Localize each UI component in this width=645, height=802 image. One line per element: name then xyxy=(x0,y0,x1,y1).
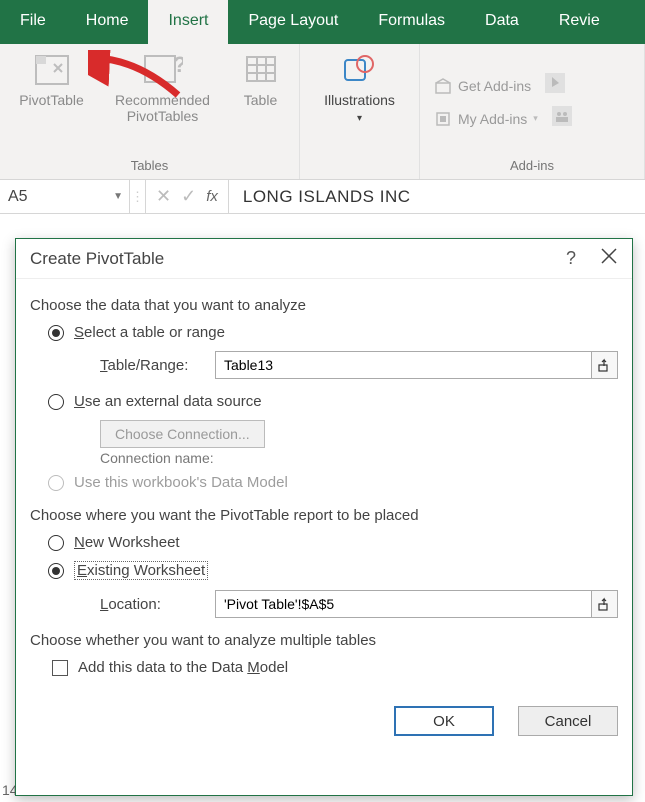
table-range-input[interactable] xyxy=(216,352,591,378)
get-addins-button[interactable]: Get Add-ins xyxy=(428,74,537,98)
dropdown-icon[interactable]: ▼ xyxy=(113,191,123,202)
option-select-table[interactable]: Select a table or range xyxy=(48,324,618,341)
pivottable-icon xyxy=(32,52,72,88)
help-button[interactable]: ? xyxy=(566,248,576,269)
range-picker-icon xyxy=(598,358,612,372)
option-data-model: Use this workbook's Data Model xyxy=(48,474,618,491)
recommended-label-2: PivotTables xyxy=(127,108,199,124)
my-addins-label: My Add-ins xyxy=(458,111,527,127)
formula-bar-value[interactable]: LONG ISLANDS INC xyxy=(229,180,645,213)
illustrations-icon xyxy=(340,52,380,88)
range-picker-icon xyxy=(598,597,612,611)
connection-name-label: Connection name: xyxy=(100,450,618,466)
tab-formulas[interactable]: Formulas xyxy=(358,0,465,44)
ribbon-group-addins: Get Add-ins My Add-ins ▾ Add-ins xyxy=(420,44,645,179)
group-addins-label: Add-ins xyxy=(510,156,554,177)
people-graph-icon[interactable] xyxy=(552,106,572,131)
table-label: Table xyxy=(244,92,277,108)
name-box[interactable]: A5 ▼ xyxy=(0,180,130,213)
close-icon[interactable] xyxy=(600,247,618,270)
formula-controls: ✕ ✓ fx xyxy=(146,180,229,213)
dialog-titlebar: Create PivotTable ? xyxy=(16,239,632,279)
get-addins-label: Get Add-ins xyxy=(458,78,531,94)
tab-insert[interactable]: Insert xyxy=(148,0,228,44)
option-existing-worksheet[interactable]: Existing Worksheet xyxy=(48,561,618,580)
choose-connection-button: Choose Connection... xyxy=(100,420,265,448)
enter-icon[interactable]: ✓ xyxy=(181,186,196,207)
option-new-worksheet[interactable]: New Worksheet xyxy=(48,534,618,551)
range-picker-button[interactable] xyxy=(591,591,617,617)
table-range-input-wrap xyxy=(215,351,618,379)
formula-bar: A5 ▼ ⋮ ✕ ✓ fx LONG ISLANDS INC xyxy=(0,180,645,214)
dialog-title: Create PivotTable xyxy=(30,249,164,269)
tab-home[interactable]: Home xyxy=(66,0,149,44)
section-data-source: Choose the data that you want to analyze xyxy=(30,297,618,314)
name-box-value: A5 xyxy=(8,188,28,206)
illustrations-label: Illustrations xyxy=(324,92,395,108)
location-input[interactable] xyxy=(216,591,591,617)
store-icon xyxy=(434,77,452,95)
callout-arrow-icon xyxy=(88,50,188,105)
illustrations-button[interactable]: Illustrations ▾ xyxy=(308,48,412,125)
bing-icon[interactable] xyxy=(545,73,565,98)
radio-icon xyxy=(48,563,64,579)
ribbon-tabs: File Home Insert Page Layout Formulas Da… xyxy=(0,0,645,44)
dropdown-icon: ▾ xyxy=(533,113,538,124)
radio-icon xyxy=(48,535,64,551)
location-label: Location: xyxy=(100,596,205,613)
checkbox-add-to-datamodel[interactable]: Add this data to the Data Model xyxy=(52,659,618,676)
section-multiple-tables: Choose whether you want to analyze multi… xyxy=(30,632,618,649)
tab-file[interactable]: File xyxy=(0,0,66,44)
table-range-label: Table/Range: xyxy=(100,357,205,374)
tab-review[interactable]: Revie xyxy=(539,0,620,44)
tab-data[interactable]: Data xyxy=(465,0,539,44)
dropdown-icon: ▾ xyxy=(357,113,362,124)
radio-icon xyxy=(48,475,64,491)
ribbon-group-illustrations: Illustrations ▾ xyxy=(300,44,420,179)
pivottable-button[interactable]: PivotTable xyxy=(6,48,98,108)
radio-icon xyxy=(48,394,64,410)
table-icon xyxy=(241,52,281,88)
pivottable-label: PivotTable xyxy=(19,92,84,108)
my-addins-button[interactable]: My Add-ins ▾ xyxy=(428,107,544,131)
ok-button[interactable]: OK xyxy=(394,706,494,736)
radio-icon xyxy=(48,325,64,341)
cancel-icon[interactable]: ✕ xyxy=(156,186,171,207)
option-external-source[interactable]: Use an external data source xyxy=(48,393,618,410)
group-tables-label: Tables xyxy=(131,156,169,177)
create-pivottable-dialog: Create PivotTable ? Choose the data that… xyxy=(15,238,633,796)
section-placement: Choose where you want the PivotTable rep… xyxy=(30,507,618,524)
table-button[interactable]: Table xyxy=(228,48,294,108)
cancel-button[interactable]: Cancel xyxy=(518,706,618,736)
location-input-wrap xyxy=(215,590,618,618)
addins-icon xyxy=(434,110,452,128)
tab-page-layout[interactable]: Page Layout xyxy=(228,0,358,44)
range-picker-button[interactable] xyxy=(591,352,617,378)
checkbox-icon xyxy=(52,660,68,676)
fx-icon[interactable]: fx xyxy=(206,188,218,205)
drag-handle-icon[interactable]: ⋮ xyxy=(130,180,146,213)
